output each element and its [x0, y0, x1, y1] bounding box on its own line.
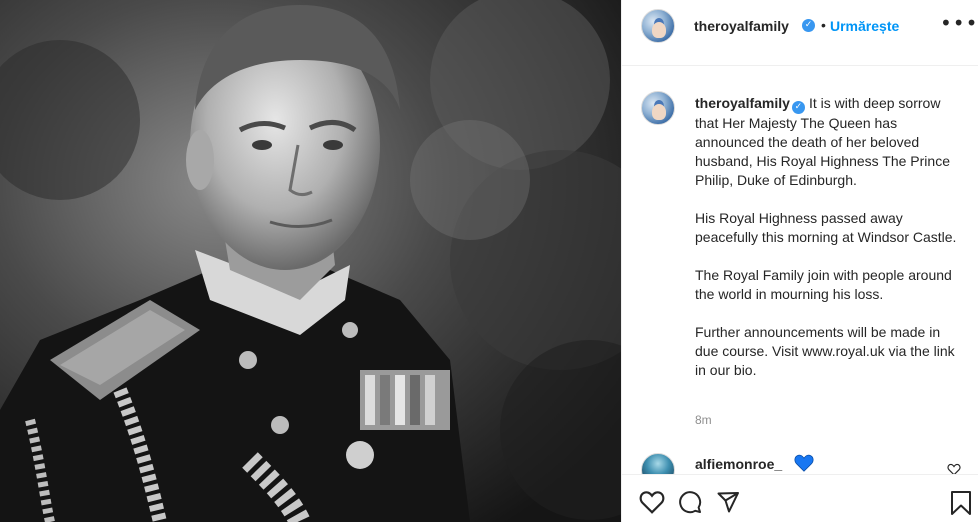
caption-paragraph-3: The Royal Family join with people around… [695, 267, 952, 302]
heart-outline-icon[interactable] [639, 490, 665, 519]
post-actions-bar [622, 474, 978, 523]
more-options-icon[interactable]: ••• [940, 13, 977, 41]
post-photo[interactable] [0, 0, 621, 522]
post-timestamp[interactable]: 8m [695, 413, 712, 427]
post-side-panel: theroyalfamily ✓ • Urmărește ••• theroya… [621, 0, 978, 523]
comment-bubble-icon[interactable] [677, 490, 703, 519]
post-header: theroyalfamily ✓ • Urmărește ••• [622, 0, 978, 66]
follow-button[interactable]: Urmărește [830, 18, 899, 34]
paper-plane-icon[interactable] [715, 490, 741, 519]
caption-avatar[interactable] [641, 91, 675, 125]
comments-section[interactable]: theroyalfamily ✓ It is with deep sorrow th… [622, 66, 978, 486]
author-username[interactable]: theroyalfamily [694, 18, 789, 34]
caption-verified-icon: ✓ [791, 101, 805, 114]
author-avatar[interactable] [641, 9, 675, 43]
bookmark-icon[interactable] [949, 490, 973, 521]
instagram-post: theroyalfamily ✓ • Urmărește ••• theroya… [0, 0, 978, 523]
caption-text: theroyalfamily ✓ It is with deep sorrow th… [695, 94, 965, 399]
verified-badge-icon: ✓ [802, 19, 815, 32]
caption-paragraph-4: Further announcements will be made in du… [695, 324, 955, 378]
commenter-username[interactable]: alfiemonroe_ [695, 456, 782, 472]
caption-paragraph-2: His Royal Highness passed away peacefull… [695, 210, 957, 245]
caption-username[interactable]: theroyalfamily [695, 95, 790, 111]
portrait-illustration [0, 0, 621, 522]
header-separator: • [821, 17, 826, 33]
